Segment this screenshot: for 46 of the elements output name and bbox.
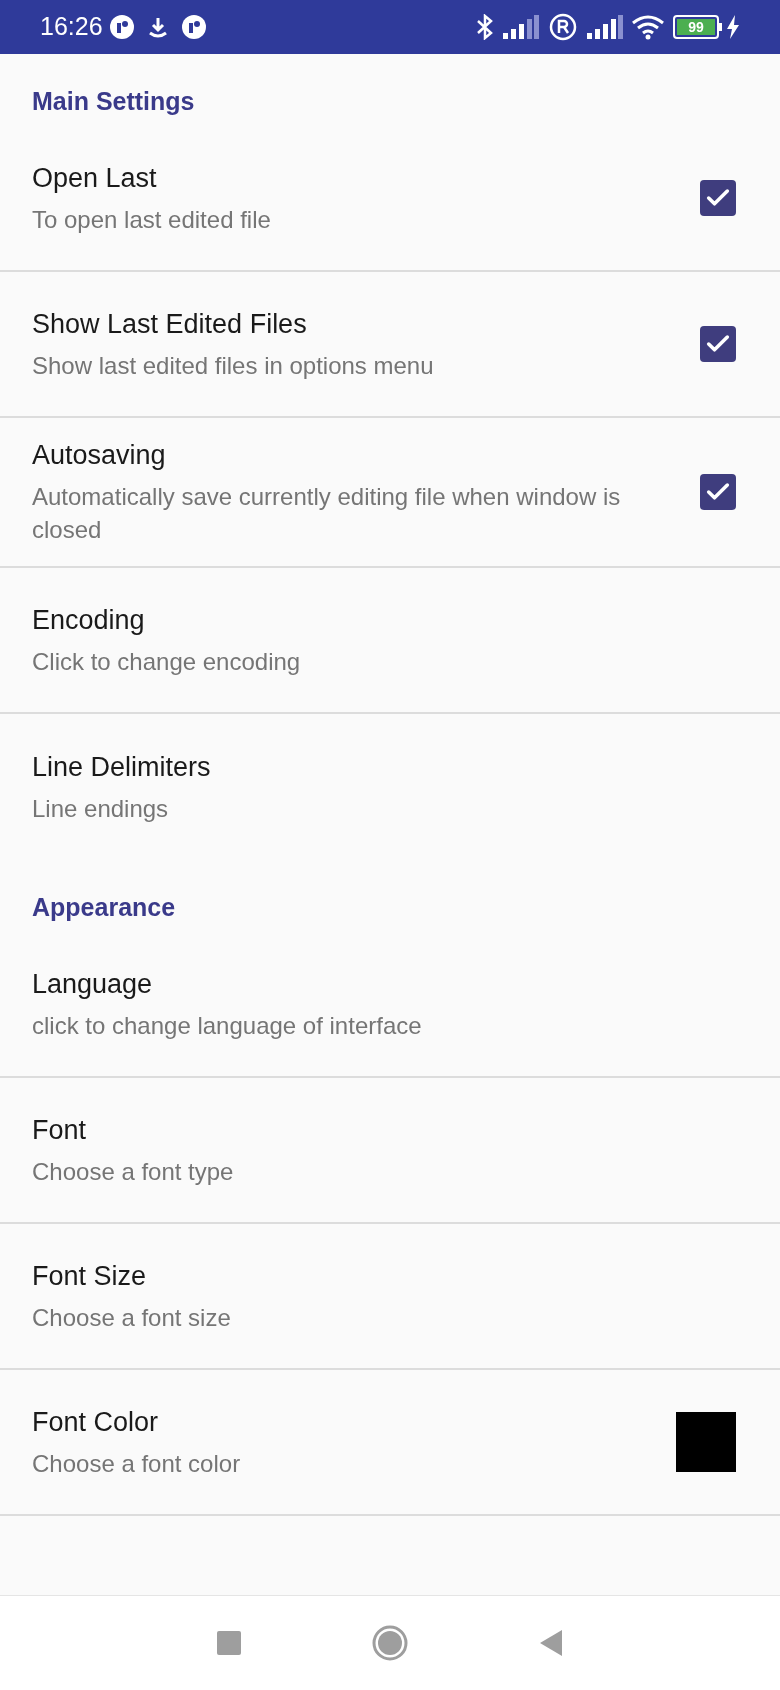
signal-icon — [587, 15, 623, 39]
setting-title: Font Size — [32, 1259, 148, 1293]
app-notification-icon — [108, 14, 135, 40]
setting-description: Line endings — [32, 793, 170, 824]
checkbox[interactable] — [700, 180, 736, 216]
settings-row[interactable]: Font Choose a font type — [0, 1078, 780, 1224]
registered-icon — [549, 13, 577, 41]
settings-row[interactable]: Autosaving Automatically save currently editing file when window is closed — [0, 418, 780, 568]
setting-title: Font Color — [32, 1405, 160, 1439]
setting-description: Click to change encoding — [32, 646, 302, 677]
setting-description: Choose a font size — [32, 1302, 232, 1333]
status-time: 16:26 — [40, 11, 103, 43]
settings-row[interactable]: Line Delimiters Line endings — [0, 714, 780, 860]
setting-description: To open last edited file — [32, 204, 272, 235]
setting-title: Line Delimiters — [32, 750, 212, 784]
checkbox[interactable] — [700, 326, 736, 362]
setting-title: Language — [32, 967, 154, 1001]
section-header: Appearance — [32, 891, 176, 923]
setting-title: Autosaving — [32, 439, 167, 472]
app-notification-icon — [180, 14, 207, 40]
setting-description: click to change language of interface — [32, 1010, 423, 1041]
checkbox[interactable] — [700, 474, 736, 510]
back-icon[interactable] — [538, 1629, 564, 1657]
settings-row[interactable]: Open Last To open last edited file — [0, 126, 780, 272]
home-icon[interactable] — [372, 1625, 408, 1661]
setting-title: Encoding — [32, 603, 146, 637]
setting-title: Show Last Edited Files — [32, 307, 308, 341]
signal-icon — [503, 15, 539, 39]
setting-title: Font — [32, 1113, 88, 1147]
section-header: Main Settings — [32, 85, 195, 117]
settings-row[interactable]: Show Last Edited Files Show last edited files in options menu — [0, 272, 780, 418]
setting-description: Choose a font type — [32, 1156, 235, 1187]
color-swatch[interactable] — [676, 1412, 736, 1472]
settings-row[interactable]: Font Size Choose a font size — [0, 1224, 780, 1370]
settings-row[interactable]: Encoding Click to change encoding — [0, 568, 780, 714]
settings-row[interactable]: Font Color Choose a font color — [0, 1370, 780, 1516]
setting-description: Choose a font color — [32, 1448, 242, 1479]
setting-description: Show last edited files in options menu — [32, 350, 435, 381]
battery-level: 99 — [677, 19, 715, 35]
recents-icon[interactable] — [216, 1630, 242, 1656]
setting-title: Open Last — [32, 161, 158, 195]
wifi-icon — [631, 14, 665, 40]
settings-row[interactable]: Language click to change language of interface — [0, 932, 780, 1078]
charging-icon — [726, 15, 740, 39]
bluetooth-icon — [475, 14, 495, 40]
setting-description: Automatically save currently editing file when window is closed — [32, 482, 622, 545]
